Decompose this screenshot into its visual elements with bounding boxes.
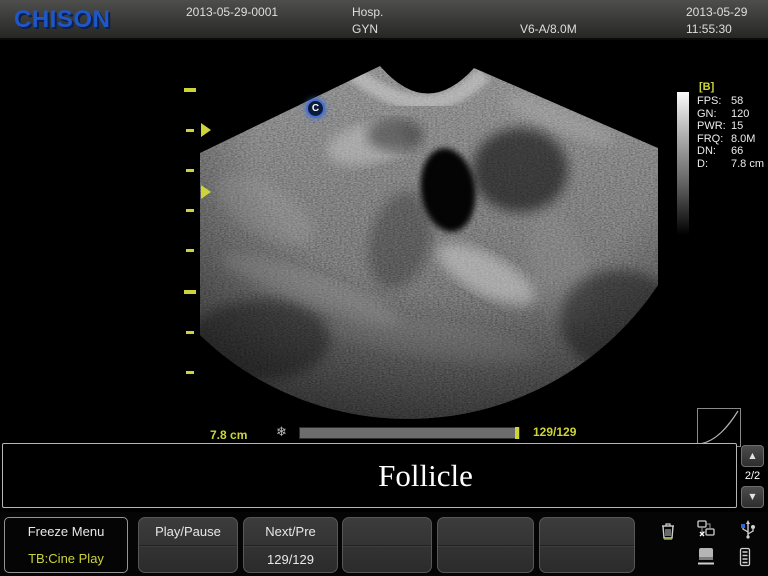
cine-frame-counter: 129/129 xyxy=(533,425,576,439)
param-label: GN: xyxy=(697,108,731,121)
up-arrow-icon: ▲ xyxy=(749,451,755,460)
grayscale-bar xyxy=(677,92,689,235)
hospital-label: Hosp. xyxy=(352,5,383,19)
soft-key-blank-2[interactable] xyxy=(437,517,534,573)
soft-key-label xyxy=(438,518,533,546)
measurement-result-panel: Follicle xyxy=(2,443,737,508)
soft-key-value xyxy=(540,546,634,573)
battery-icon xyxy=(733,545,757,569)
param-label: DN: xyxy=(697,145,731,158)
probe-orientation-marker: C xyxy=(306,99,325,118)
trash-icon xyxy=(656,519,680,543)
patient-id: 2013-05-29-0001 xyxy=(186,5,278,19)
freeze-snowflake-icon: ❄ xyxy=(276,425,287,440)
param-value: 15 xyxy=(731,120,743,132)
next-pre-button[interactable]: Next/Pre 129/129 xyxy=(243,517,338,573)
cine-progress-cursor[interactable] xyxy=(515,427,519,439)
param-value: 120 xyxy=(731,108,749,120)
mode-badge: [B] xyxy=(699,81,714,93)
disk-icon xyxy=(694,545,718,569)
param-label: D: xyxy=(697,158,731,171)
ultrasound-fan-image xyxy=(0,40,768,424)
page-indicator: 2/2 xyxy=(741,470,764,482)
soft-key-value xyxy=(139,546,237,573)
soft-key-blank-1[interactable] xyxy=(342,517,432,573)
soft-key-label xyxy=(343,518,431,546)
probe-frequency: V6-A/8.0M xyxy=(520,22,577,36)
scroll-down-button[interactable]: ▼ xyxy=(741,486,764,508)
soft-key-value: 129/129 xyxy=(244,546,337,573)
depth-ruler xyxy=(184,88,196,374)
trackball-function-label: TB:Cine Play xyxy=(5,545,127,572)
soft-key-value xyxy=(438,546,533,573)
depth-label: 7.8 cm xyxy=(210,428,247,442)
chison-logo: CHISON xyxy=(14,6,110,34)
param-value: 8.0M xyxy=(731,133,755,145)
image-area: C 7.8 cm [B] FPS:58 GN:120 PWR:15 FRQ:8.… xyxy=(0,40,768,424)
usb-icon xyxy=(736,517,760,541)
param-label: FPS: xyxy=(697,95,731,108)
param-label: FRQ: xyxy=(697,133,731,146)
soft-key-value xyxy=(343,546,431,573)
gray-map-curve xyxy=(697,408,741,447)
soft-menu-bar: Freeze Menu TB:Cine Play Play/Pause Next… xyxy=(0,512,768,576)
freeze-menu-label: Freeze Menu xyxy=(5,518,127,545)
soft-key-label xyxy=(540,518,634,546)
soft-key-blank-3[interactable] xyxy=(539,517,635,573)
down-arrow-icon: ▼ xyxy=(749,492,755,501)
scroll-up-button[interactable]: ▲ xyxy=(741,445,764,467)
ultrasound-screen: CHISON 2013-05-29-0001 Hosp. GYN V6-A/8.… xyxy=(0,0,768,576)
exam-mode: GYN xyxy=(352,22,378,36)
play-pause-button[interactable]: Play/Pause xyxy=(138,517,238,573)
param-value: 66 xyxy=(731,145,743,157)
system-time: 11:55:30 xyxy=(686,22,732,36)
network-icon xyxy=(694,517,718,541)
cine-progress-bar[interactable] xyxy=(299,427,520,439)
image-parameters: FPS:58 GN:120 PWR:15 FRQ:8.0M DN:66 D:7.… xyxy=(697,95,764,171)
param-value: 7.8 cm xyxy=(731,158,764,170)
soft-key-label: Next/Pre xyxy=(244,518,337,546)
measurement-item-label: Follicle xyxy=(3,444,736,507)
param-value: 58 xyxy=(731,95,743,107)
system-date: 2013-05-29 xyxy=(686,5,747,19)
top-status-bar: CHISON 2013-05-29-0001 Hosp. GYN V6-A/8.… xyxy=(0,0,768,40)
freeze-menu-button[interactable]: Freeze Menu TB:Cine Play xyxy=(4,517,128,573)
soft-key-label: Play/Pause xyxy=(139,518,237,546)
param-label: PWR: xyxy=(697,120,731,133)
